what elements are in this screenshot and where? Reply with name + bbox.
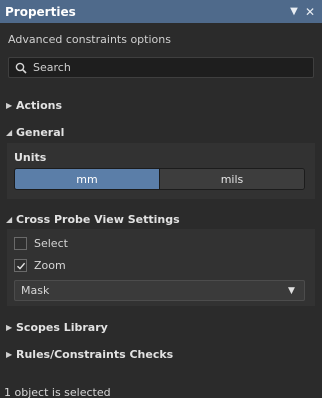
section-cross-probe-label: Cross Probe View Settings — [16, 212, 180, 226]
search-box[interactable] — [8, 57, 314, 78]
zoom-checkbox-row[interactable]: Zoom — [14, 259, 66, 272]
section-actions-header[interactable]: ▶ Actions — [6, 97, 62, 113]
panel-menu-icon[interactable]: ▼ — [286, 6, 302, 17]
dropdown-value: Mask — [21, 284, 50, 297]
cross-probe-panel: Select Zoom Mask ▼ — [7, 229, 315, 306]
section-scopes-header[interactable]: ▶ Scopes Library — [6, 319, 108, 335]
panel-titlebar: Properties ▼ ✕ — [0, 0, 322, 23]
units-segmented-control[interactable]: mm mils — [14, 168, 305, 190]
collapse-arrow-icon: ◢ — [6, 214, 13, 224]
general-panel: Units mm mils — [7, 143, 315, 199]
expand-arrow-icon: ▶ — [6, 100, 13, 110]
zoom-checkbox-label: Zoom — [34, 259, 66, 272]
cross-probe-mode-dropdown[interactable]: Mask ▼ — [14, 280, 305, 301]
panel-subtitle: Advanced constraints options — [8, 33, 171, 46]
expand-arrow-icon: ▶ — [6, 322, 13, 332]
select-checkbox-row[interactable]: Select — [14, 237, 68, 250]
section-general-header[interactable]: ◢ General — [6, 124, 64, 140]
units-option-mils[interactable]: mils — [160, 169, 304, 189]
expand-arrow-icon: ▶ — [6, 349, 13, 359]
section-cross-probe-header[interactable]: ◢ Cross Probe View Settings — [6, 211, 180, 227]
panel-title: Properties — [5, 4, 76, 19]
search-input[interactable] — [33, 61, 293, 74]
close-icon[interactable]: ✕ — [302, 5, 318, 19]
section-actions-label: Actions — [16, 98, 62, 112]
section-scopes-label: Scopes Library — [16, 320, 108, 334]
zoom-checkbox[interactable] — [14, 259, 27, 272]
chevron-down-icon: ▼ — [288, 285, 295, 296]
checkmark-icon — [16, 262, 25, 270]
search-icon — [15, 62, 27, 74]
units-label: Units — [14, 151, 47, 164]
section-general-label: General — [16, 125, 65, 139]
collapse-arrow-icon: ◢ — [6, 127, 13, 137]
select-checkbox-label: Select — [34, 237, 68, 250]
select-checkbox[interactable] — [14, 237, 27, 250]
section-rules-label: Rules/Constraints Checks — [16, 347, 174, 361]
status-text: 1 object is selected — [4, 386, 111, 398]
section-rules-header[interactable]: ▶ Rules/Constraints Checks — [6, 346, 173, 362]
units-option-mm[interactable]: mm — [15, 169, 160, 189]
